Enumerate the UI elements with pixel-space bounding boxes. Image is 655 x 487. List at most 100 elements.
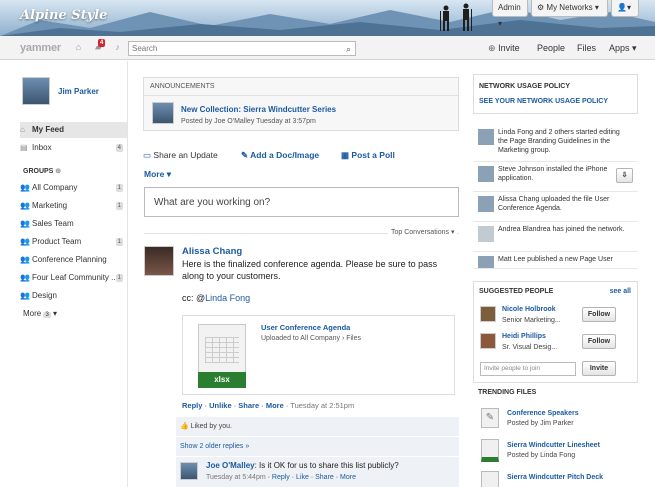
follow-button[interactable]: Follow	[582, 307, 616, 322]
groups-heading: GROUPS ⊕	[23, 168, 62, 175]
sidebar-item-group[interactable]: 👥 Conference Planning	[20, 252, 127, 268]
more-groups-link[interactable]: More 3 ▾	[23, 309, 57, 318]
reply-link[interactable]: Reply	[182, 401, 202, 410]
sidebar-item-label: Inbox	[32, 143, 52, 152]
add-group-icon[interactable]: ⊕	[55, 168, 61, 175]
yammer-logo[interactable]: yammer	[20, 42, 61, 54]
file-meta: Uploaded to All Company › Files	[261, 335, 361, 342]
suggested-person-name[interactable]: Heidi Phillips	[502, 333, 546, 340]
document-icon: ✎	[481, 408, 499, 428]
my-networks-button[interactable]: ⚙ My Networks ▾	[531, 0, 608, 17]
avatar	[478, 226, 494, 242]
activity-item[interactable]: Matt Lee published a new Page User	[473, 252, 638, 269]
group-icon: 👥	[20, 273, 30, 282]
sidebar-item-group[interactable]: 👥 Sales Team	[20, 216, 127, 232]
mention-link[interactable]: Linda Fong	[205, 293, 250, 303]
xlsx-badge: xlsx	[198, 372, 246, 388]
activity-item[interactable]: Andrea Blandrea has joined the network.	[473, 222, 638, 252]
search-icon[interactable]: ⌕	[346, 43, 351, 56]
file-title-link[interactable]: User Conference Agenda	[261, 323, 350, 332]
trending-file-meta: Posted by Jim Parker	[507, 420, 574, 427]
download-button[interactable]: ⇩	[616, 168, 633, 183]
chevron-down-icon: ▾	[498, 19, 503, 28]
apps-menu[interactable]: Apps ▾	[609, 43, 637, 54]
suggested-person-title: Senior Marketing...	[502, 317, 561, 324]
avatar[interactable]	[480, 333, 496, 349]
inbox-icon: ▤	[20, 143, 28, 152]
activity-item[interactable]: Linda Fong and 2 others started editing …	[473, 125, 638, 162]
avatar	[478, 256, 494, 268]
spreadsheet-icon	[481, 439, 499, 462]
sidebar-item-group[interactable]: 👥 All Company 1	[20, 180, 127, 196]
avatar	[478, 166, 494, 182]
invite-link[interactable]: ⊕ Invite	[488, 43, 520, 54]
left-sidebar: Jim Parker ⌂ My Feed ▤ Inbox 4 GROUPS ⊕ 👥 Al…	[0, 61, 128, 487]
post-cc: cc: @Linda Fong	[182, 293, 251, 303]
more-link[interactable]: More	[340, 474, 356, 481]
invite-input[interactable]: Invite people to join	[480, 362, 576, 376]
files-link[interactable]: Files	[577, 43, 596, 53]
trending-file-link[interactable]: Conference Speakers	[507, 410, 579, 417]
avatar[interactable]	[22, 77, 50, 105]
announcement-meta: Posted by Joe O'Malley Tuesday at 3:57pm	[181, 118, 316, 125]
bell-icon[interactable]: ♪	[112, 42, 123, 53]
like-link[interactable]: Like	[296, 474, 309, 481]
avatar[interactable]	[144, 246, 174, 276]
trending-heading: TRENDING FILES	[478, 389, 537, 396]
policy-link[interactable]: SEE YOUR NETWORK USAGE POLICY	[479, 98, 608, 105]
reply-link[interactable]: Reply	[272, 474, 290, 481]
admin-menu-button[interactable]: Admin ▾	[492, 0, 528, 28]
announcement-title-link[interactable]: New Collection: Sierra Windcutter Series	[181, 105, 336, 114]
people-link[interactable]: People	[537, 43, 565, 53]
network-logo[interactable]: Alpine Style	[20, 8, 107, 23]
unlike-link[interactable]: Unlike	[209, 401, 232, 410]
invite-button[interactable]: Invite	[582, 361, 616, 376]
presentation-icon	[481, 471, 499, 487]
poll-icon: ▦	[341, 150, 350, 160]
share-link[interactable]: Share	[315, 474, 334, 481]
search-input[interactable]: Search ⌕	[128, 41, 356, 56]
share-link[interactable]: Share	[238, 401, 259, 410]
policy-panel: NETWORK USAGE POLICY SEE YOUR NETWORK US…	[473, 74, 638, 114]
see-all-link[interactable]: see all	[610, 288, 631, 295]
add-doc-tab[interactable]: ✎ Add a Doc/Image	[241, 150, 319, 161]
trending-file-link[interactable]: Sierra Windcutter Pitch Deck	[507, 474, 603, 481]
post-poll-tab[interactable]: ▦ Post a Poll	[341, 150, 395, 161]
avatar[interactable]	[480, 306, 496, 322]
right-sidebar: NETWORK USAGE POLICY SEE YOUR NETWORK US…	[473, 61, 638, 487]
sort-conversations-menu[interactable]: Top Conversations ▾	[388, 228, 458, 236]
trending-file-meta: Posted by Linda Fong	[507, 452, 576, 459]
suggested-person-name[interactable]: Nicole Holbrook	[502, 306, 556, 313]
sidebar-item-group[interactable]: 👥 Marketing 1	[20, 198, 127, 214]
group-icon: 👥	[20, 237, 30, 246]
paperclip-icon: ✎	[241, 150, 249, 160]
user-name-link[interactable]: Jim Parker	[58, 87, 99, 96]
more-link[interactable]: More	[266, 401, 284, 410]
reply-author-link[interactable]: Joe O'Malley	[206, 461, 255, 470]
sidebar-item-inbox[interactable]: ▤ Inbox 4	[20, 140, 127, 156]
activity-item[interactable]: Steve Johnson installed the iPhone appli…	[473, 162, 638, 192]
avatar[interactable]	[180, 462, 198, 480]
sidebar-item-group[interactable]: 👥 Four Leaf Community ... 1	[20, 270, 127, 286]
follow-button[interactable]: Follow	[582, 334, 616, 349]
update-input[interactable]: What are you working on?	[144, 187, 459, 217]
file-attachment[interactable]: xlsx User Conference Agenda Uploaded to …	[182, 315, 455, 395]
post-author-link[interactable]: Alissa Chang	[182, 246, 242, 257]
chevron-down-icon: ▾	[626, 3, 631, 12]
home-icon[interactable]: ⌂	[73, 42, 84, 53]
reply-item: Joe O'Malley: Is it OK for us to share t…	[176, 457, 459, 487]
sidebar-item-my-feed[interactable]: ⌂ My Feed	[20, 122, 127, 138]
avatar[interactable]	[152, 102, 174, 124]
announcements-heading: ANNOUNCEMENTS	[150, 83, 215, 90]
networks-icon: ⚙	[537, 3, 545, 12]
activity-item[interactable]: Alissa Chang uploaded the file User Conf…	[473, 192, 638, 222]
show-older-replies-link[interactable]: Show 2 older replies »	[180, 443, 249, 450]
sidebar-item-group[interactable]: 👥 Product Team 1	[20, 234, 127, 250]
composer-more-menu[interactable]: More ▾	[144, 169, 171, 180]
post-time: Tuesday at 2:51pm	[290, 401, 355, 410]
share-update-tab[interactable]: ▭ Share an Update	[143, 150, 218, 161]
notification-badge: 4	[98, 39, 106, 47]
trending-file-link[interactable]: Sierra Windcutter Linesheet	[507, 442, 600, 449]
sidebar-item-group[interactable]: 👥 Design	[20, 288, 127, 304]
account-menu-button[interactable]: 👤▾	[611, 0, 639, 17]
